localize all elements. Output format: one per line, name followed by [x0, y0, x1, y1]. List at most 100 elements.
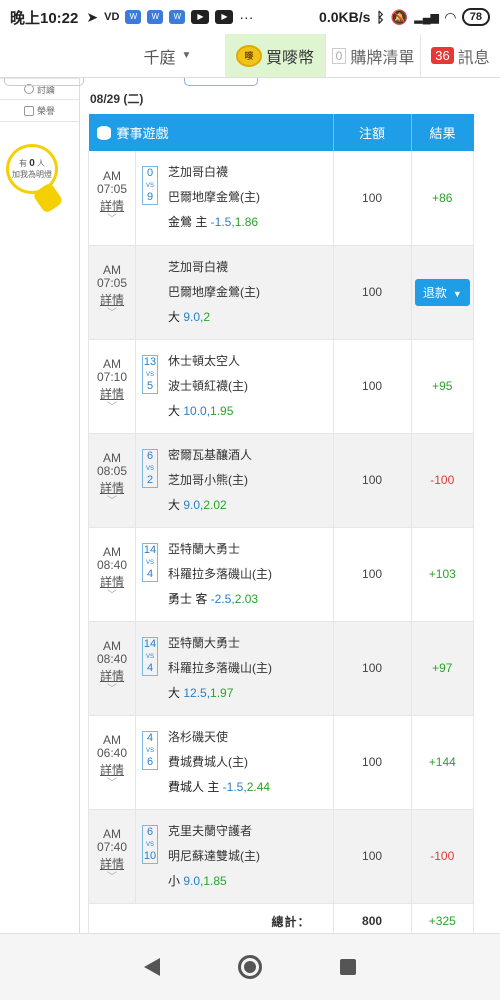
telegram-icon: ➤: [86, 8, 99, 25]
result-value: -100: [430, 849, 455, 863]
team-home: 明尼蘇達雙城(主): [168, 848, 260, 863]
teams: 洛杉磯天使 費城費城人(主) 費城人 主 -1.5,2.44: [168, 725, 270, 800]
ampm: AM: [103, 263, 121, 277]
header-amount: 注額: [333, 114, 412, 151]
ampm: AM: [103, 639, 121, 653]
chevron-down-icon[interactable]: ﹀: [89, 213, 135, 226]
team-away: 亞特蘭大勇士: [168, 541, 241, 556]
bet-odds: 1.85: [203, 873, 227, 888]
vs-label: VS: [145, 841, 154, 848]
team-home: 芝加哥小熊(主): [168, 472, 248, 487]
result-value: +95: [432, 379, 453, 393]
bet-pick: 大: [168, 497, 184, 512]
result-value: +86: [432, 190, 453, 205]
chevron-down-icon[interactable]: ﹀: [89, 683, 135, 696]
table-row: AM 07:05 詳情 ﹀ 0 VS 9 芝加哥白襪 巴爾地摩金鶯(主) 金鶯 主 -1.5,1.…: [88, 151, 475, 246]
detail-link[interactable]: 詳情: [89, 294, 135, 307]
score-box: 4 VS 6: [142, 730, 158, 770]
recent-apps-icon[interactable]: [340, 959, 356, 975]
detail-link[interactable]: 詳情: [89, 482, 135, 495]
vs-label: VS: [145, 559, 154, 566]
table-row: AM 07:40 詳情 ﹀ 6 VS 10 克里夫蘭守護者 明尼蘇達雙城(主) 小 9.0,1.8…: [88, 809, 475, 904]
database-icon: [96, 126, 111, 140]
site-selector[interactable]: 千庭 ▼: [110, 34, 225, 77]
result-value: +103: [428, 567, 456, 581]
refund-dropdown-button[interactable]: 退款 ▼: [414, 278, 470, 306]
game-cell: 4 VS 6 洛杉磯天使 費城費城人(主) 費城人 主 -1.5,2.44: [135, 715, 334, 810]
ampm: AM: [103, 168, 121, 183]
back-icon[interactable]: [144, 958, 160, 976]
purchase-list-button[interactable]: 0 購牌清單: [325, 34, 420, 77]
ampm: AM: [103, 733, 121, 747]
game-cell: 13 VS 5 休士頓太空人 波士頓紅襪(主) 大 10.0,1.95: [135, 339, 334, 434]
score-home: 5: [146, 379, 154, 392]
bet-line-number: -1.5: [210, 215, 232, 230]
header-game: 賽事遊戲: [88, 114, 334, 151]
tab-edge[interactable]: [4, 78, 84, 86]
chevron-down-icon[interactable]: ﹀: [89, 495, 135, 508]
bulb-line1: 有 0 人: [19, 158, 45, 169]
result-cell: +95: [411, 339, 475, 434]
score-away: 0: [146, 167, 154, 180]
bet-pick: 大: [168, 309, 184, 324]
detail-link[interactable]: 詳情: [89, 388, 135, 401]
team-away: 芝加哥白襪: [168, 165, 229, 180]
bet-pick: 勇士 客: [168, 591, 211, 606]
teams: 芝加哥白襪 巴爾地摩金鶯(主) 金鶯 主 -1.5,1.86: [168, 160, 260, 235]
vs-label: VS: [145, 465, 154, 472]
bet-odds: 2: [203, 309, 211, 324]
score-box: 14 VS 4: [142, 636, 158, 676]
chevron-down-icon[interactable]: ﹀: [89, 871, 135, 884]
bet-amount: 100: [333, 151, 412, 246]
result-cell: -100: [411, 809, 475, 904]
bluetooth-icon: ᛒ: [376, 9, 385, 25]
tab-edge[interactable]: [184, 78, 258, 86]
bet-line: 小 9.0,1.85: [168, 869, 260, 894]
detail-link[interactable]: 詳情: [89, 858, 135, 871]
teams: 克里夫蘭守護者 明尼蘇達雙城(主) 小 9.0,1.85: [168, 819, 260, 894]
game-cell: 6 VS 2 密爾瓦基釀酒人 芝加哥小熊(主) 大 9.0,2.02: [135, 433, 334, 528]
score-box: 14 VS 4: [142, 542, 158, 582]
buy-coin-label: 買嘜幣: [265, 49, 314, 67]
detail-link[interactable]: 詳情: [89, 670, 135, 683]
game-time: 08:40: [96, 558, 128, 572]
score-home: 4: [146, 567, 154, 580]
teams: 亞特蘭大勇士 科羅拉多落磯山(主) 大 12.5,1.97: [168, 631, 272, 706]
game-cell: 14 VS 4 亞特蘭大勇士 科羅拉多落磯山(主) 勇士 客 -2.5,2.03: [135, 527, 334, 622]
chevron-down-icon[interactable]: ﹀: [89, 777, 135, 790]
score-home: 2: [146, 473, 154, 486]
game-time-cell: AM 08:40 詳情 ﹀: [88, 621, 136, 716]
messages-button[interactable]: 36 訊息: [420, 34, 500, 77]
game-time: 06:40: [96, 746, 128, 760]
chevron-down-icon[interactable]: ﹀: [89, 589, 135, 602]
game-time: 07:10: [96, 370, 128, 384]
table-row: AM 08:40 詳情 ﹀ 14 VS 4 亞特蘭大勇士 科羅拉多落磯山(主) 勇士 客 -2.5…: [88, 527, 475, 622]
buy-coin-button[interactable]: 嘜 買嘜幣: [225, 34, 325, 77]
result-cell: 退款 ▼: [411, 245, 475, 340]
sidebar-item-honor[interactable]: 榮譽: [0, 100, 79, 122]
team-away: 芝加哥白襪: [168, 259, 229, 274]
chevron-down-icon[interactable]: ﹀: [89, 307, 135, 320]
score-home: 10: [143, 849, 157, 862]
site-label: 千庭: [143, 49, 176, 67]
messages-label: 訊息: [457, 49, 490, 67]
team-away: 克里夫蘭守護者: [168, 823, 253, 838]
vs-label: VS: [145, 183, 154, 190]
game-box: 14 VS 4 亞特蘭大勇士 科羅拉多落磯山(主) 大 12.5,1.97: [136, 631, 333, 706]
game-cell: 14 VS 4 亞特蘭大勇士 科羅拉多落磯山(主) 大 12.5,1.97: [135, 621, 334, 716]
game-time: 08:40: [96, 652, 128, 666]
score-away: 6: [146, 449, 154, 462]
team-away: 密爾瓦基釀酒人: [168, 447, 253, 462]
bet-pick: 小: [168, 873, 184, 888]
chevron-down-icon[interactable]: ﹀: [89, 401, 135, 414]
ampm: AM: [103, 545, 121, 559]
bet-odds: 2.03: [234, 591, 259, 606]
detail-link[interactable]: 詳情: [89, 199, 135, 213]
game-box: 6 VS 2 密爾瓦基釀酒人 芝加哥小熊(主) 大 9.0,2.02: [136, 443, 333, 518]
home-icon[interactable]: [238, 955, 262, 979]
score-away: 6: [146, 825, 154, 838]
detail-link[interactable]: 詳情: [89, 764, 135, 777]
detail-link[interactable]: 詳情: [89, 576, 135, 589]
team-home: 科羅拉多落磯山(主): [168, 660, 272, 675]
table-row: AM 08:05 詳情 ﹀ 6 VS 2 密爾瓦基釀酒人 芝加哥小熊(主) 大 9.0,2.02 1…: [88, 433, 475, 528]
